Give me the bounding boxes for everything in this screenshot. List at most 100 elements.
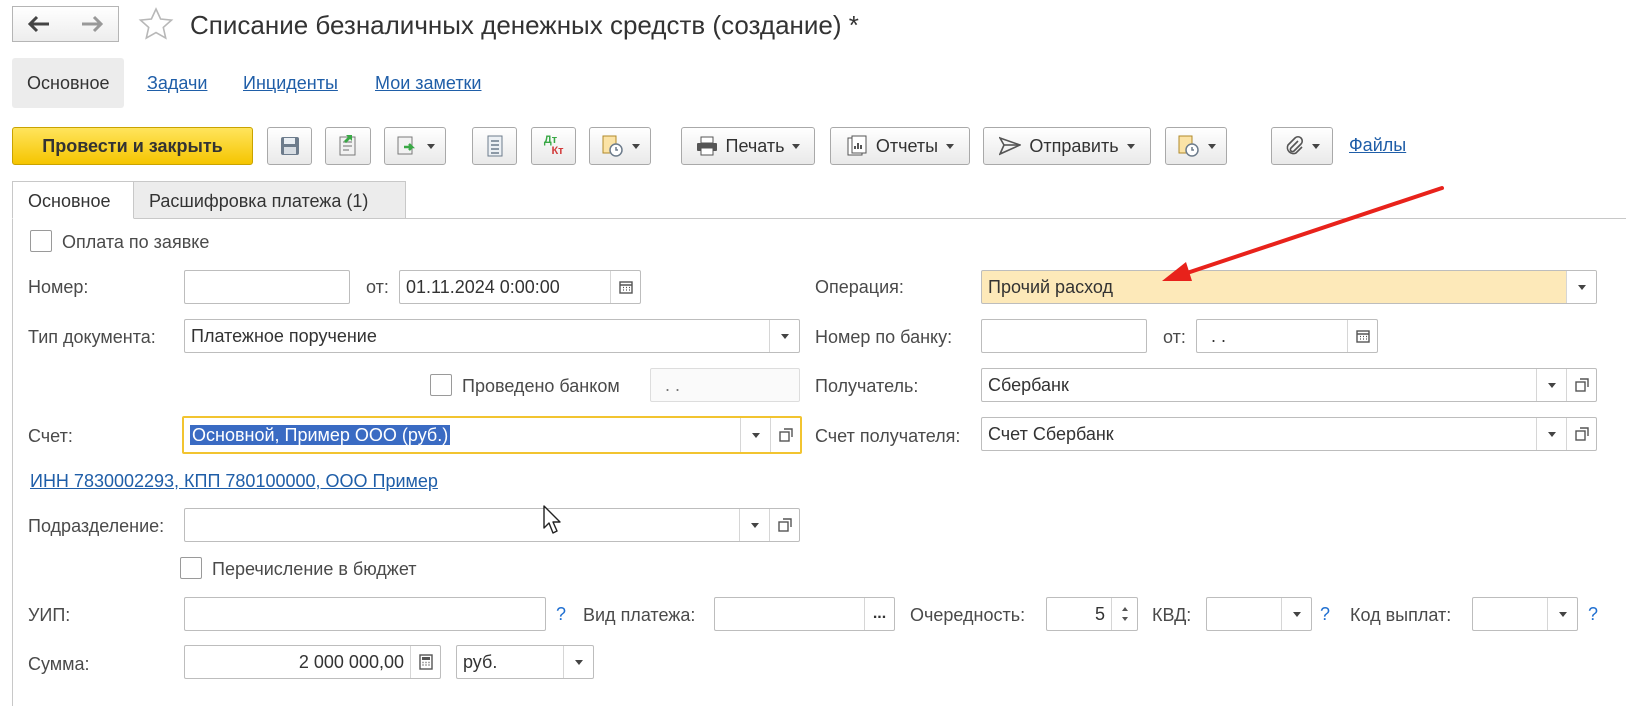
chevron-down-icon	[946, 143, 955, 149]
create-based-on-icon	[397, 136, 416, 155]
chevron-down-icon	[574, 659, 583, 665]
calendar-button[interactable]	[1347, 320, 1377, 352]
operation-label: Операция:	[815, 277, 904, 297]
subtab-main[interactable]: Основное	[12, 58, 125, 108]
kvd-dropdown[interactable]	[1281, 598, 1311, 630]
annotation-arrow-icon	[1162, 186, 1444, 281]
journal-button[interactable]	[472, 127, 517, 165]
files-link[interactable]: Файлы	[1349, 135, 1406, 156]
tab-payment-details[interactable]: Расшифровка платежа (1)	[133, 181, 406, 219]
account-open-button[interactable]	[770, 418, 800, 452]
chevron-down-icon	[1547, 431, 1556, 437]
print-button[interactable]: Печать	[681, 127, 815, 165]
pay-code-help-icon[interactable]: ?	[1588, 604, 1598, 625]
floppy-disk-icon	[280, 137, 299, 155]
chevron-down-icon	[1208, 143, 1216, 149]
currency-dropdown[interactable]	[563, 646, 593, 678]
reports-label: Отчеты	[875, 135, 939, 156]
operation-dropdown[interactable]	[1566, 271, 1596, 303]
recipient-account-select[interactable]: Счет Сбербанк	[981, 417, 1597, 451]
inn-link[interactable]: ИНН 7830002293, КПП 780100000, ООО Приме…	[30, 471, 438, 492]
reports-icon	[847, 135, 867, 156]
document-settings-button[interactable]	[589, 127, 651, 165]
bank-done-date-value: . .	[665, 374, 681, 395]
currency-select[interactable]: руб.	[456, 645, 594, 679]
bank-from-date[interactable]: . .	[1196, 319, 1378, 353]
open-window-icon	[777, 518, 792, 532]
more-actions-button[interactable]	[1165, 127, 1227, 165]
recipient-dropdown[interactable]	[1536, 369, 1566, 401]
kvd-select[interactable]	[1206, 597, 1312, 631]
dt-kt-button[interactable]: Дт Кт	[531, 127, 576, 165]
calendar-button[interactable]	[610, 271, 640, 303]
back-button[interactable]	[12, 6, 66, 42]
priority-input[interactable]: 5	[1046, 597, 1138, 631]
subtab-tasks[interactable]: Задачи	[147, 58, 207, 108]
favorite-star-icon[interactable]	[138, 6, 174, 42]
recipient-account-open-button[interactable]	[1566, 418, 1596, 450]
create-based-on-button[interactable]	[384, 127, 446, 165]
chevron-down-icon	[792, 143, 801, 149]
pay-code-label: Код выплат:	[1350, 605, 1452, 625]
chevron-down-icon	[751, 432, 760, 438]
division-dropdown[interactable]	[739, 509, 769, 541]
calculator-button[interactable]	[410, 646, 440, 678]
recipient-open-button[interactable]	[1566, 369, 1596, 401]
date-input[interactable]: 01.11.2024 0:00:00	[399, 270, 641, 304]
uip-help-icon[interactable]: ?	[556, 604, 566, 625]
division-open-button[interactable]	[769, 509, 799, 541]
document-clock-icon	[1178, 135, 1199, 157]
send-button[interactable]: Отправить	[983, 127, 1151, 165]
save-button[interactable]	[267, 127, 312, 165]
budget-label: Перечисление в бюджет	[212, 559, 417, 579]
doc-type-label: Тип документа:	[28, 327, 156, 347]
recipient-value: Сбербанк	[988, 374, 1069, 395]
chevron-down-icon	[1312, 143, 1320, 149]
arrow-right-icon	[81, 15, 103, 33]
pay-code-select[interactable]	[1472, 597, 1578, 631]
division-select[interactable]	[184, 508, 800, 542]
account-select[interactable]: Основной, Пример ООО (руб.)	[182, 416, 802, 454]
pay-kind-label: Вид платежа:	[583, 605, 696, 625]
post-button[interactable]	[325, 127, 371, 165]
account-dropdown[interactable]	[740, 418, 770, 452]
chevron-down-icon	[780, 333, 789, 339]
chevron-down-icon	[1126, 143, 1135, 149]
recipient-select[interactable]: Сбербанк	[981, 368, 1597, 402]
kvd-label: КВД:	[1152, 605, 1192, 625]
attach-button[interactable]	[1271, 127, 1333, 165]
sum-input[interactable]: 2 000 000,00	[184, 645, 441, 679]
priority-value: 5	[1094, 603, 1105, 624]
from-label: от:	[366, 277, 389, 297]
forward-button[interactable]	[65, 6, 119, 42]
uip-input[interactable]	[184, 597, 546, 631]
doc-type-dropdown[interactable]	[769, 320, 799, 352]
post-and-close-button[interactable]: Провести и закрыть	[12, 127, 253, 165]
printer-icon	[696, 136, 717, 156]
chevron-down-icon[interactable]	[1121, 617, 1128, 621]
subtab-notes[interactable]: Мои заметки	[375, 58, 482, 108]
pay-by-request-label: Оплата по заявке	[62, 232, 210, 252]
pay-code-dropdown[interactable]	[1547, 598, 1577, 630]
number-input[interactable]	[184, 270, 350, 304]
pay-kind-input[interactable]: ...	[714, 597, 895, 631]
chevron-up-icon[interactable]	[1121, 607, 1128, 611]
pay-kind-choose-button[interactable]: ...	[864, 598, 894, 630]
priority-spinner[interactable]	[1111, 598, 1137, 630]
bank-number-input[interactable]	[981, 319, 1147, 353]
chevron-down-icon	[632, 143, 640, 149]
budget-checkbox[interactable]	[180, 557, 202, 579]
reports-button[interactable]: Отчеты	[830, 127, 970, 165]
pay-by-request-checkbox[interactable]	[30, 230, 52, 252]
chevron-down-icon	[1577, 284, 1586, 290]
doc-type-select[interactable]: Платежное поручение	[184, 319, 800, 353]
subtab-incidents[interactable]: Инциденты	[243, 58, 338, 108]
chevron-down-icon	[427, 143, 435, 149]
tab-main[interactable]: Основное	[12, 181, 134, 219]
recipient-account-dropdown[interactable]	[1536, 418, 1566, 450]
priority-label: Очередность:	[910, 605, 1026, 625]
kvd-help-icon[interactable]: ?	[1320, 604, 1330, 625]
bank-done-checkbox[interactable]	[430, 374, 452, 396]
calculator-icon	[418, 654, 433, 670]
account-value: Основной, Пример ООО (руб.)	[190, 424, 451, 445]
